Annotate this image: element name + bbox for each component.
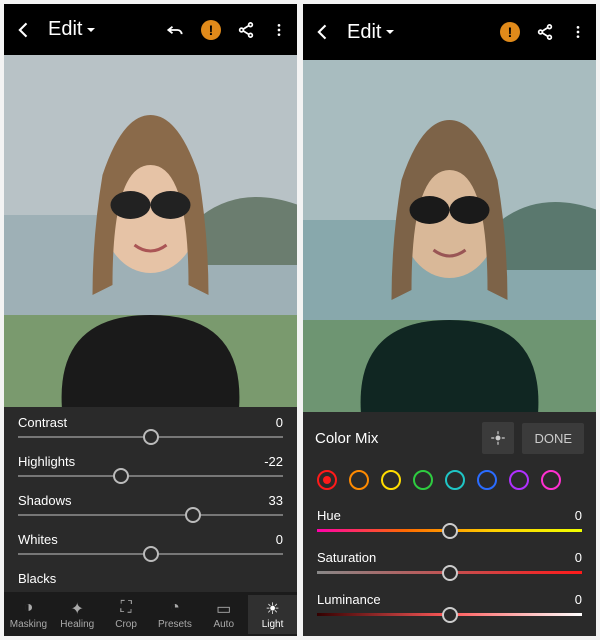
swatch-green[interactable] — [413, 470, 433, 490]
shadows-slider[interactable]: Shadows 33 — [4, 485, 297, 524]
swatch-orange[interactable] — [349, 470, 369, 490]
swatch-purple[interactable] — [509, 470, 529, 490]
slider-label: Whites — [18, 532, 58, 547]
slider-value: 0 — [276, 415, 283, 430]
tab-label: Crop — [115, 619, 137, 630]
topbar: Edit ! — [303, 4, 596, 60]
back-icon[interactable] — [14, 20, 34, 40]
tab-label: Healing — [60, 619, 94, 630]
swatch-red[interactable] — [317, 470, 337, 490]
edit-label: Edit — [48, 18, 82, 41]
tab-label: Presets — [158, 619, 192, 630]
slider-label: Hue — [317, 508, 341, 523]
tab-label: Light — [262, 619, 284, 630]
slider-value: 0 — [575, 550, 582, 565]
tab-crop[interactable]: ⛶ Crop — [102, 595, 151, 634]
photo-preview — [4, 55, 297, 407]
tab-label: Masking — [10, 619, 47, 630]
edit-dropdown[interactable]: Edit — [48, 18, 96, 41]
swatch-blue[interactable] — [477, 470, 497, 490]
tab-presets[interactable]: ◔ Presets — [150, 595, 199, 634]
swatch-yellow[interactable] — [381, 470, 401, 490]
photo-preview — [303, 60, 596, 412]
color-swatches — [303, 464, 596, 500]
edit-dropdown[interactable]: Edit — [347, 21, 395, 44]
mask-icon: ◑ — [24, 599, 34, 617]
tab-auto[interactable]: ▭ Auto — [199, 595, 248, 634]
bottom-tabs: ◑ Masking ✦ Healing ⛶ Crop ◔ Presets ▭ Auto ☀… — [4, 592, 297, 636]
overflow-icon[interactable] — [271, 22, 287, 38]
back-icon[interactable] — [313, 22, 333, 42]
slider-label: Contrast — [18, 415, 67, 430]
blacks-slider[interactable]: Blacks — [4, 563, 297, 592]
topbar: Edit ! — [4, 4, 297, 55]
warning-icon[interactable]: ! — [500, 22, 520, 42]
edit-label: Edit — [347, 21, 381, 44]
undo-icon[interactable] — [165, 20, 185, 40]
colormix-header: Color Mix DONE — [303, 412, 596, 464]
slider-label: Highlights — [18, 454, 75, 469]
warning-icon[interactable]: ! — [201, 20, 221, 40]
crop-icon: ⛶ — [120, 599, 131, 617]
light-icon: ☀ — [265, 599, 279, 617]
contrast-slider[interactable]: Contrast 0 — [4, 407, 297, 446]
slider-value: 0 — [575, 508, 582, 523]
healing-icon: ✦ — [71, 599, 84, 617]
phone-right: Edit ! Color Mix DONE — [303, 4, 596, 636]
colormix-panel: Color Mix DONE Hue 0 Saturation 0 Luminanc… — [303, 412, 596, 636]
share-icon[interactable] — [237, 21, 255, 39]
saturation-slider[interactable]: Saturation 0 — [303, 542, 596, 584]
done-button[interactable]: DONE — [522, 423, 584, 454]
colormix-title: Color Mix — [315, 430, 378, 447]
tab-light[interactable]: ☀ Light — [248, 595, 297, 634]
phone-left: Edit ! Contrast 0 Highlights -22 — [4, 4, 297, 636]
swatch-aqua[interactable] — [445, 470, 465, 490]
overflow-icon[interactable] — [570, 24, 586, 40]
swatch-magenta[interactable] — [541, 470, 561, 490]
highlights-slider[interactable]: Highlights -22 — [4, 446, 297, 485]
luminance-slider[interactable]: Luminance 0 — [303, 584, 596, 626]
auto-icon: ▭ — [216, 599, 231, 617]
slider-value: 0 — [575, 592, 582, 607]
slider-label: Blacks — [18, 571, 56, 586]
light-panel: Contrast 0 Highlights -22 Shadows 33 Whites… — [4, 407, 297, 592]
slider-label: Shadows — [18, 493, 71, 508]
whites-slider[interactable]: Whites 0 — [4, 524, 297, 563]
target-picker-button[interactable] — [482, 422, 514, 454]
slider-label: Luminance — [317, 592, 381, 607]
share-icon[interactable] — [536, 23, 554, 41]
slider-value: 0 — [276, 532, 283, 547]
presets-icon: ◔ — [170, 599, 180, 617]
slider-label: Saturation — [317, 550, 376, 565]
tab-healing[interactable]: ✦ Healing — [53, 595, 102, 634]
hue-slider[interactable]: Hue 0 — [303, 500, 596, 542]
tab-label: Auto — [213, 619, 234, 630]
tab-masking[interactable]: ◑ Masking — [4, 595, 53, 634]
slider-value: 33 — [269, 493, 283, 508]
slider-value: -22 — [264, 454, 283, 469]
